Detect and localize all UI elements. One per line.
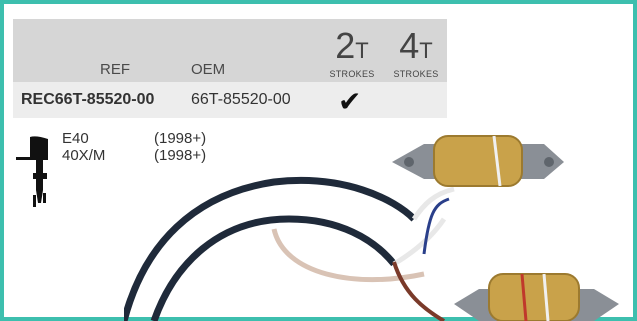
four-stroke-header: 4T STROKES [388, 28, 444, 80]
oem-value: 66T-85520-00 [191, 91, 291, 108]
four-stroke-number: 4 [399, 25, 420, 66]
two-stroke-header: 2T STROKES [324, 28, 380, 80]
list-item: E40 (1998+) [62, 130, 206, 147]
application-list: E40 (1998+) 40X/M (1998+) [62, 130, 206, 164]
oem-header: OEM [191, 61, 226, 78]
model-name: E40 [62, 130, 89, 147]
list-item: 40X/M (1998+) [62, 147, 206, 164]
ref-header: REF [100, 61, 130, 78]
product-photo [124, 135, 619, 321]
two-stroke-number: 2 [335, 25, 356, 66]
spec-table: REF OEM 2T STROKES 4T STROKES REC66T-855… [13, 19, 447, 118]
four-stroke-unit: T [419, 38, 433, 63]
ref-value: REC66T-85520-00 [21, 91, 155, 108]
check-icon: ✔ [338, 86, 362, 117]
four-stroke-label: STROKES [393, 69, 439, 79]
page-frame: REF OEM 2T STROKES 4T STROKES REC66T-855… [0, 0, 637, 321]
table-header: REF OEM 2T STROKES 4T STROKES [13, 19, 447, 82]
two-stroke-label: STROKES [329, 69, 375, 79]
outboard-engine-icon [16, 136, 48, 207]
two-stroke-unit: T [355, 38, 369, 63]
model-name: 40X/M [62, 147, 106, 164]
table-row: REC66T-85520-00 66T-85520-00 ✔ [13, 82, 447, 118]
